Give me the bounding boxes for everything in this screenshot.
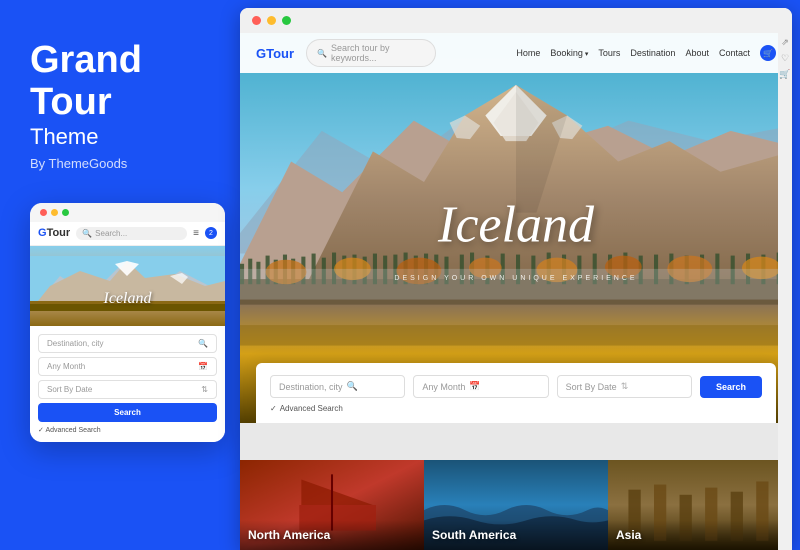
brand-title: Grand Tour Theme By ThemeGoods: [30, 40, 210, 201]
mobile-month-label: Any Month: [47, 362, 85, 371]
dest-card-overlay-asia: Asia: [608, 520, 792, 550]
dest-card-south-america[interactable]: South America: [424, 460, 608, 550]
browser-chrome: [240, 8, 792, 33]
destination-field[interactable]: Destination, city 🔍: [270, 375, 405, 398]
browser-dot-green: [282, 16, 291, 25]
search-fields: Destination, city 🔍 Any Month 📅 Sort By …: [270, 375, 762, 398]
site-search-placeholder: Search tour by keywords...: [331, 43, 425, 63]
search-button[interactable]: Search: [700, 376, 762, 398]
scroll-heart-icon[interactable]: ♡: [780, 53, 790, 63]
mobile-logo: GTour: [38, 227, 70, 239]
left-panel: Grand Tour Theme By ThemeGoods GTour 🔍 S…: [0, 0, 240, 550]
dest-south-america-label: South America: [432, 528, 516, 542]
mobile-search-input[interactable]: 🔍 Search...: [76, 227, 187, 240]
sort-icon: ⇅: [621, 381, 629, 392]
mobile-dot-red: [40, 209, 47, 216]
mobile-destination-label: Destination, city: [47, 339, 103, 348]
month-label: Any Month: [422, 382, 465, 392]
mobile-form: Destination, city 🔍 Any Month 📅 Sort By …: [30, 326, 225, 442]
dest-asia-label: Asia: [616, 528, 641, 542]
mobile-logo-prefix: G: [38, 227, 47, 239]
mobile-dot-green: [62, 209, 69, 216]
mobile-menu-icon: ≡: [193, 228, 199, 239]
mobile-sort-field[interactable]: Sort By Date ⇅: [38, 380, 217, 399]
hero-tagline: DESIGN YOUR OWN UNIQUE EXPERIENCE: [394, 275, 637, 282]
mobile-mockup: GTour 🔍 Search... ≡ 2: [30, 203, 225, 442]
dest-card-overlay-north-america: North America: [240, 520, 424, 550]
brand-title-line2: Tour: [30, 82, 210, 124]
search-icon: 🔍: [317, 49, 327, 58]
scroll-cart-icon[interactable]: 🛒: [780, 69, 790, 79]
mobile-advanced-search[interactable]: ✓ Advanced Search: [38, 426, 217, 434]
sort-icon: ⇅: [201, 385, 208, 394]
dest-card-asia[interactable]: Asia: [608, 460, 792, 550]
sort-label: Sort By Date: [566, 382, 617, 392]
dest-card-overlay-south-america: South America: [424, 520, 608, 550]
dest-card-north-america[interactable]: North America: [240, 460, 424, 550]
mobile-dot-yellow: [51, 209, 58, 216]
nav-home[interactable]: Home: [516, 48, 540, 58]
hero-iceland-text: Iceland: [438, 196, 594, 255]
mobile-sort-label: Sort By Date: [47, 385, 92, 394]
browser-dot-red: [252, 16, 261, 25]
browser-window: GTour 🔍 Search tour by keywords... Home …: [240, 8, 792, 550]
site-nav: GTour 🔍 Search tour by keywords... Home …: [240, 33, 792, 73]
mobile-destination-field[interactable]: Destination, city 🔍: [38, 334, 217, 353]
site-logo: GTour: [256, 46, 294, 61]
nav-about[interactable]: About: [685, 48, 709, 58]
search-icon: 🔍: [82, 229, 92, 238]
nav-booking[interactable]: Booking: [550, 48, 588, 58]
mobile-month-field[interactable]: Any Month 📅: [38, 357, 217, 376]
search-overlay: Destination, city 🔍 Any Month 📅 Sort By …: [256, 363, 776, 423]
site-nav-links: Home Booking Tours Destination About Con…: [516, 45, 776, 61]
nav-tours[interactable]: Tours: [598, 48, 620, 58]
advanced-search-label: Advanced Search: [280, 404, 343, 413]
browser-content: GTour 🔍 Search tour by keywords... Home …: [240, 33, 792, 550]
month-field[interactable]: Any Month 📅: [413, 375, 548, 398]
calendar-icon: 📅: [469, 381, 480, 392]
scroll-share-icon[interactable]: ⇗: [780, 37, 790, 47]
advanced-search-toggle[interactable]: ✓ Advanced Search: [270, 404, 762, 413]
mobile-hero: Iceland: [30, 246, 225, 326]
nav-destination[interactable]: Destination: [630, 48, 675, 58]
search-icon: 🔍: [347, 381, 358, 392]
destination-label: Destination, city: [279, 382, 343, 392]
site-logo-prefix: G: [256, 46, 266, 61]
mobile-logo-text: Tour: [47, 227, 71, 239]
nav-contact[interactable]: Contact: [719, 48, 750, 58]
search-icon: 🔍: [198, 339, 208, 348]
calendar-icon: 📅: [198, 362, 208, 371]
mobile-nav: GTour 🔍 Search... ≡ 2: [30, 222, 225, 246]
brand-by: By ThemeGoods: [30, 156, 210, 171]
dest-north-america-label: North America: [248, 528, 330, 542]
mobile-top-bar: [30, 203, 225, 222]
mobile-hero-text: Iceland: [104, 290, 152, 308]
site-scrollbar[interactable]: ⇗ ♡ 🛒: [778, 33, 792, 550]
brand-subtitle: Theme: [30, 124, 210, 150]
browser-dot-yellow: [267, 16, 276, 25]
mobile-search-placeholder: Search...: [95, 229, 127, 238]
destination-strip: North America: [240, 460, 792, 550]
site-search-input[interactable]: 🔍 Search tour by keywords...: [306, 39, 436, 67]
site-logo-text: Tour: [266, 46, 294, 61]
mobile-cart-badge: 2: [205, 227, 217, 239]
nav-cart-icon[interactable]: 🛒: [760, 45, 776, 61]
site-hero: Iceland DESIGN YOUR OWN UNIQUE EXPERIENC…: [240, 33, 792, 423]
brand-title-line1: Grand: [30, 40, 210, 82]
mobile-search-button[interactable]: Search: [38, 403, 217, 422]
sort-field[interactable]: Sort By Date ⇅: [557, 375, 692, 398]
